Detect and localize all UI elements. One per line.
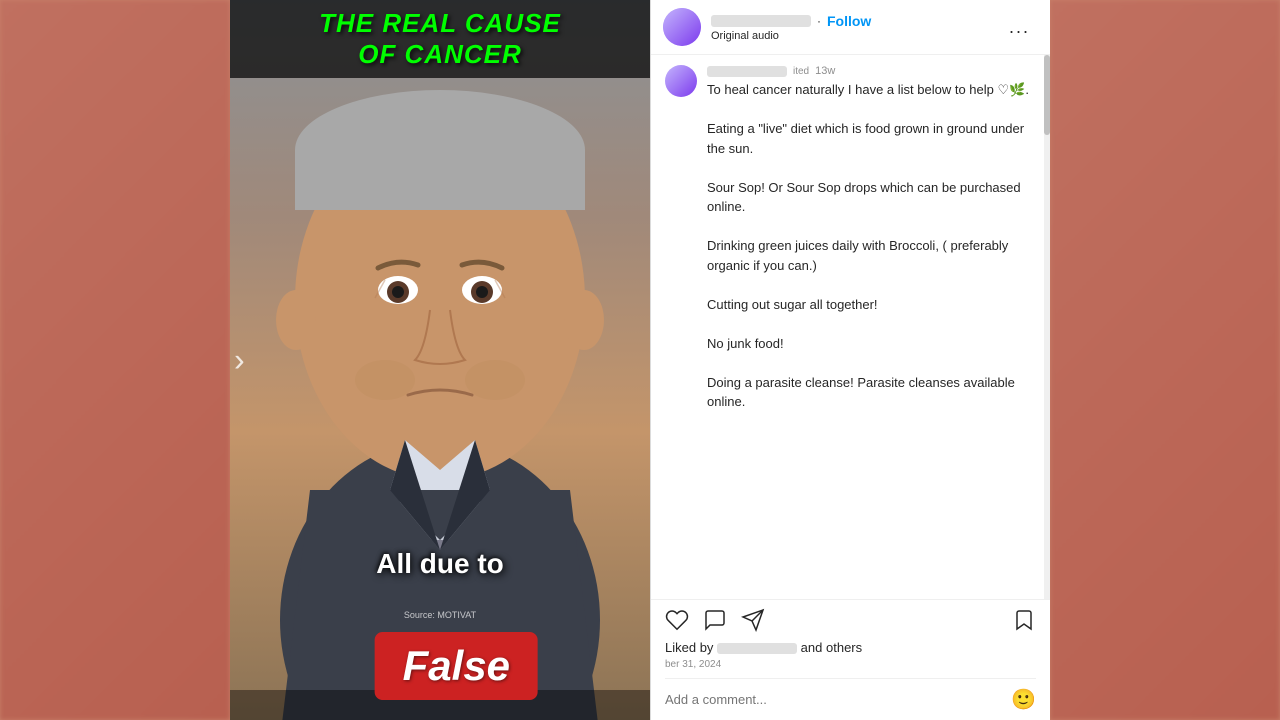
dot-separator: ·	[817, 14, 821, 28]
add-comment-input[interactable]	[665, 692, 1011, 707]
comment-icon[interactable]	[703, 608, 727, 632]
false-badge: False	[375, 632, 538, 700]
video-title-overlay: The REAL CAUSE of CANCER	[230, 0, 650, 78]
video-panel: The REAL CAUSE of CANCER All due to Sour…	[230, 0, 650, 720]
scrollbar-track	[1044, 55, 1050, 599]
emoji-button[interactable]: 🙂	[1011, 687, 1036, 712]
follow-button[interactable]: Follow	[827, 13, 871, 29]
video-title-line2: of CANCER	[242, 39, 638, 70]
comment-meta: ited 13w	[707, 65, 1036, 77]
like-icon[interactable]	[665, 608, 689, 632]
page-container: The REAL CAUSE of CANCER All due to Sour…	[0, 0, 1280, 720]
action-icons-row	[665, 608, 1036, 632]
nav-chevron-left[interactable]: ›	[234, 342, 245, 379]
comments-panel: · Follow Original audio ... ited	[650, 0, 1050, 720]
post-header: · Follow Original audio ...	[651, 0, 1050, 55]
comment-time: 13w	[815, 65, 835, 77]
post-avatar	[663, 8, 701, 46]
comments-scroll-area[interactable]: ited 13w To heal cancer naturally I have…	[651, 55, 1050, 599]
scrollbar-thumb[interactable]	[1044, 55, 1050, 135]
bg-left	[0, 0, 230, 720]
username-row: · Follow	[711, 13, 1001, 29]
video-subtitle: All due to	[376, 548, 504, 580]
liked-and: and	[801, 640, 823, 655]
more-options-button[interactable]: ...	[1001, 13, 1038, 42]
post-date: ber 31, 2024	[665, 659, 1036, 670]
comment-text: To heal cancer naturally I have a list b…	[707, 80, 1036, 412]
bg-right	[1050, 0, 1280, 720]
bookmark-icon[interactable]	[1012, 608, 1036, 632]
liked-by-label: Liked by	[665, 640, 713, 655]
header-info: · Follow Original audio	[711, 13, 1001, 42]
add-comment-row: 🙂	[665, 678, 1036, 712]
comment-avatar	[665, 65, 697, 97]
share-icon[interactable]	[741, 608, 765, 632]
comment-username-blur	[707, 66, 787, 77]
username-blur	[711, 15, 811, 27]
source-watermark: Source: MOTIVAT	[404, 610, 476, 620]
liked-others: others	[826, 640, 862, 655]
liked-by-text: Liked by and others	[665, 640, 1036, 655]
comment-body: ited 13w To heal cancer naturally I have…	[707, 65, 1036, 412]
video-title-line1: The REAL CAUSE	[242, 8, 638, 39]
action-bar: Liked by and others ber 31, 2024 🙂	[651, 599, 1050, 720]
comment-badge: ited	[793, 66, 809, 77]
liked-username-blur	[717, 643, 797, 654]
comment-item: ited 13w To heal cancer naturally I have…	[665, 65, 1036, 412]
center-area: The REAL CAUSE of CANCER All due to Sour…	[230, 0, 1050, 720]
original-audio: Original audio	[711, 30, 1001, 42]
